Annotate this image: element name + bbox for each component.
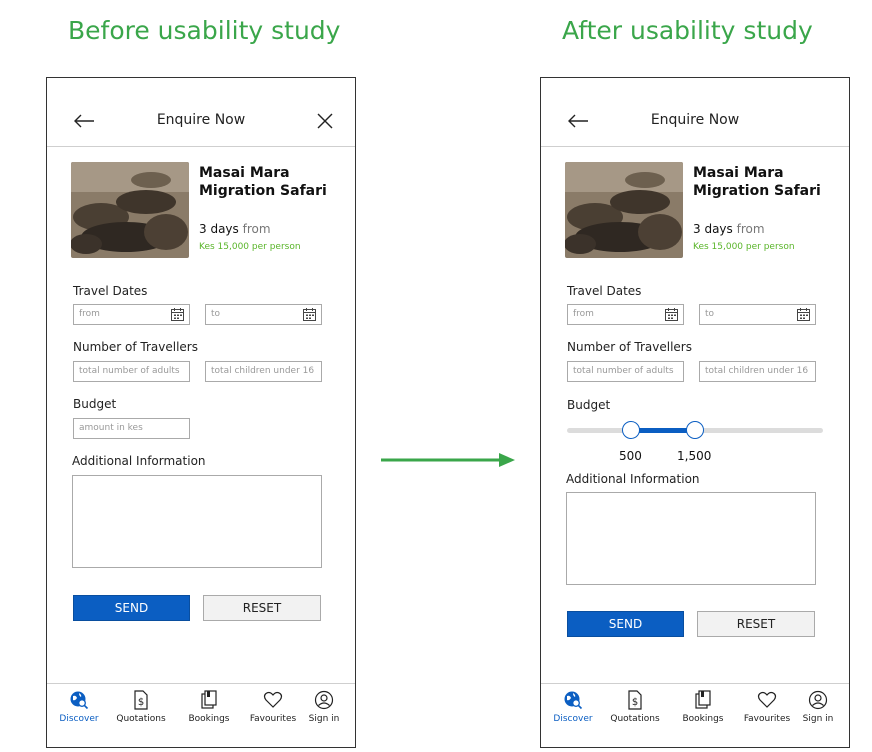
send-button[interactable]: SEND [567, 611, 684, 637]
nav-quotations[interactable]: $ Quotations [605, 690, 665, 724]
to-placeholder: to [211, 309, 221, 319]
close-icon[interactable] [313, 109, 337, 133]
user-circle-icon [808, 690, 828, 710]
nav-label: Sign in [308, 714, 340, 724]
calendar-icon[interactable] [171, 308, 184, 321]
from-date-field[interactable]: from [567, 304, 684, 325]
nav-label: Bookings [188, 714, 230, 724]
nav-label: Bookings [682, 714, 724, 724]
additional-info-textarea[interactable] [72, 475, 322, 568]
safari-photo [565, 162, 683, 258]
to-date-field[interactable]: to [699, 304, 816, 325]
nav-quotations[interactable]: $ Quotations [111, 690, 171, 724]
nav-discover[interactable]: Discover [49, 690, 109, 724]
document-dollar-icon: $ [134, 690, 148, 710]
after-heading: After usability study [562, 16, 813, 45]
heart-icon [263, 691, 283, 708]
send-button[interactable]: SEND [73, 595, 190, 621]
calendar-icon[interactable] [665, 308, 678, 321]
to-date-field[interactable]: to [205, 304, 322, 325]
travellers-label: Number of Travellers [73, 340, 198, 354]
trip-title: Masai Mara Migration Safari [693, 165, 821, 199]
additional-info-textarea[interactable] [566, 492, 816, 585]
trip-price: Kes 15,000 per person [199, 242, 301, 252]
from-placeholder: from [573, 309, 594, 319]
days-text: 3 days [199, 222, 239, 236]
adults-field[interactable]: total number of adults [567, 361, 684, 382]
nav-label: Quotations [116, 714, 166, 724]
calendar-icon[interactable] [303, 308, 316, 321]
travellers-label: Number of Travellers [567, 340, 692, 354]
safari-photo [71, 162, 189, 258]
nav-label: Quotations [610, 714, 660, 724]
nav-bookings[interactable]: Bookings [179, 690, 239, 724]
from-placeholder: from [79, 309, 100, 319]
transition-arrow-icon [381, 453, 515, 467]
nav-label: Discover [59, 714, 99, 724]
additional-info-label: Additional Information [566, 472, 700, 486]
svg-text:$: $ [138, 697, 144, 708]
days-text: 3 days [693, 222, 733, 236]
bookings-icon [695, 690, 711, 709]
additional-info-label: Additional Information [72, 454, 206, 468]
page-title: Enquire Now [650, 112, 740, 128]
budget-label: Budget [73, 397, 117, 411]
from-date-field[interactable]: from [73, 304, 190, 325]
header-divider [47, 146, 355, 147]
from-text: from [736, 222, 765, 236]
slider-min-thumb[interactable] [622, 421, 640, 439]
after-phone-screen: Enquire Now Masai Mara Migration Safari … [540, 77, 850, 748]
calendar-icon[interactable] [797, 308, 810, 321]
reset-button[interactable]: RESET [203, 595, 321, 621]
before-heading: Before usability study [68, 16, 341, 45]
globe-search-icon [564, 691, 583, 710]
before-phone-screen: Enquire Now Masai Mara Migration Safari … [46, 77, 356, 748]
heart-icon [757, 691, 777, 708]
page-title: Enquire Now [156, 112, 246, 128]
reset-button[interactable]: RESET [697, 611, 815, 637]
trip-duration: 3 days from [693, 222, 765, 236]
from-text: from [242, 222, 271, 236]
slider-min-value: 500 [619, 449, 642, 463]
budget-field[interactable]: amount in kes [73, 418, 190, 439]
trip-title: Masai Mara Migration Safari [199, 165, 327, 199]
nav-bookings[interactable]: Bookings [673, 690, 733, 724]
header-divider [541, 146, 849, 147]
nav-sign-in[interactable]: Sign in [294, 690, 354, 724]
budget-label: Budget [567, 398, 611, 412]
budget-range-slider[interactable] [567, 421, 823, 441]
nav-sign-in[interactable]: Sign in [788, 690, 848, 724]
trip-price: Kes 15,000 per person [693, 242, 795, 252]
user-circle-icon [314, 690, 334, 710]
bookings-icon [201, 690, 217, 709]
adults-field[interactable]: total number of adults [73, 361, 190, 382]
document-dollar-icon: $ [628, 690, 642, 710]
nav-label: Discover [553, 714, 593, 724]
to-placeholder: to [705, 309, 715, 319]
children-field[interactable]: total children under 16 [205, 361, 322, 382]
trip-duration: 3 days from [199, 222, 271, 236]
children-field[interactable]: total children under 16 [699, 361, 816, 382]
slider-max-value: 1,500 [677, 449, 712, 463]
svg-text:$: $ [632, 697, 638, 708]
travel-dates-label: Travel Dates [567, 284, 642, 298]
nav-discover[interactable]: Discover [543, 690, 603, 724]
globe-search-icon [70, 691, 89, 710]
travel-dates-label: Travel Dates [73, 284, 148, 298]
bottom-nav-divider [47, 683, 355, 684]
slider-max-thumb[interactable] [686, 421, 704, 439]
nav-label: Sign in [802, 714, 834, 724]
bottom-nav-divider [541, 683, 849, 684]
